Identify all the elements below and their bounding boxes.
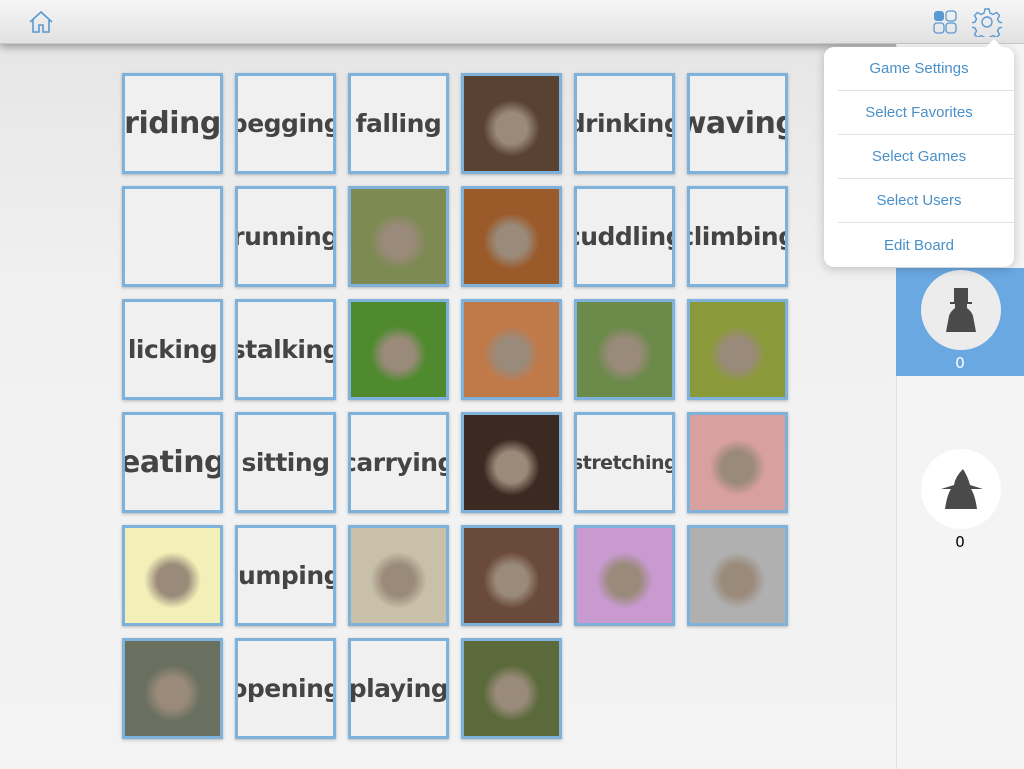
gear-icon[interactable] [972,7,1002,37]
photo-card[interactable] [574,525,675,626]
home-icon[interactable] [28,10,54,34]
photo-card[interactable] [687,525,788,626]
word-card[interactable]: waving [687,73,788,174]
word-card[interactable]: eating [122,412,223,513]
photo-card[interactable] [687,299,788,400]
word-card[interactable]: stalking [235,299,336,400]
settings-popover-menu: Game Settings Select Favorites Select Ga… [824,39,1014,267]
empty-card[interactable] [122,186,223,287]
word-card[interactable]: stretching [574,412,675,513]
word-card[interactable]: drinking [574,73,675,174]
word-card[interactable]: riding [122,73,223,174]
player-1-score: 0 [955,354,965,372]
photo-card[interactable] [461,525,562,626]
word-card[interactable]: carrying [348,412,449,513]
word-card[interactable]: falling [348,73,449,174]
witch-hat-player-icon [921,449,1001,529]
word-card[interactable]: jumping [235,525,336,626]
photo-card[interactable] [461,186,562,287]
menu-item-select-users[interactable]: Select Users [838,179,1014,223]
word-card[interactable]: cuddling [574,186,675,287]
grid-icon[interactable] [933,10,957,34]
menu-item-game-settings[interactable]: Game Settings [838,47,1014,91]
word-card[interactable]: sitting [235,412,336,513]
word-card[interactable]: running [235,186,336,287]
word-card[interactable]: climbing [687,186,788,287]
top-bar [0,0,1024,44]
photo-card[interactable] [348,186,449,287]
word-card[interactable]: licking [122,299,223,400]
menu-item-select-favorites[interactable]: Select Favorites [838,91,1014,135]
photo-card[interactable] [122,525,223,626]
player-1[interactable]: 0 [896,268,1024,376]
photo-card[interactable] [348,299,449,400]
photo-card[interactable] [574,299,675,400]
photo-card[interactable] [461,299,562,400]
menu-item-edit-board[interactable]: Edit Board [838,223,1014,267]
word-card[interactable]: begging [235,73,336,174]
photo-card[interactable] [348,525,449,626]
photo-card[interactable] [461,73,562,174]
player-2[interactable]: 0 [896,447,1024,555]
photo-card[interactable] [461,638,562,739]
photo-card[interactable] [461,412,562,513]
player-2-score: 0 [955,533,965,551]
word-card[interactable]: opening [235,638,336,739]
menu-item-select-games[interactable]: Select Games [838,135,1014,179]
word-card[interactable]: playing [348,638,449,739]
photo-card[interactable] [687,412,788,513]
photo-card[interactable] [122,638,223,739]
top-hat-player-icon [921,270,1001,350]
